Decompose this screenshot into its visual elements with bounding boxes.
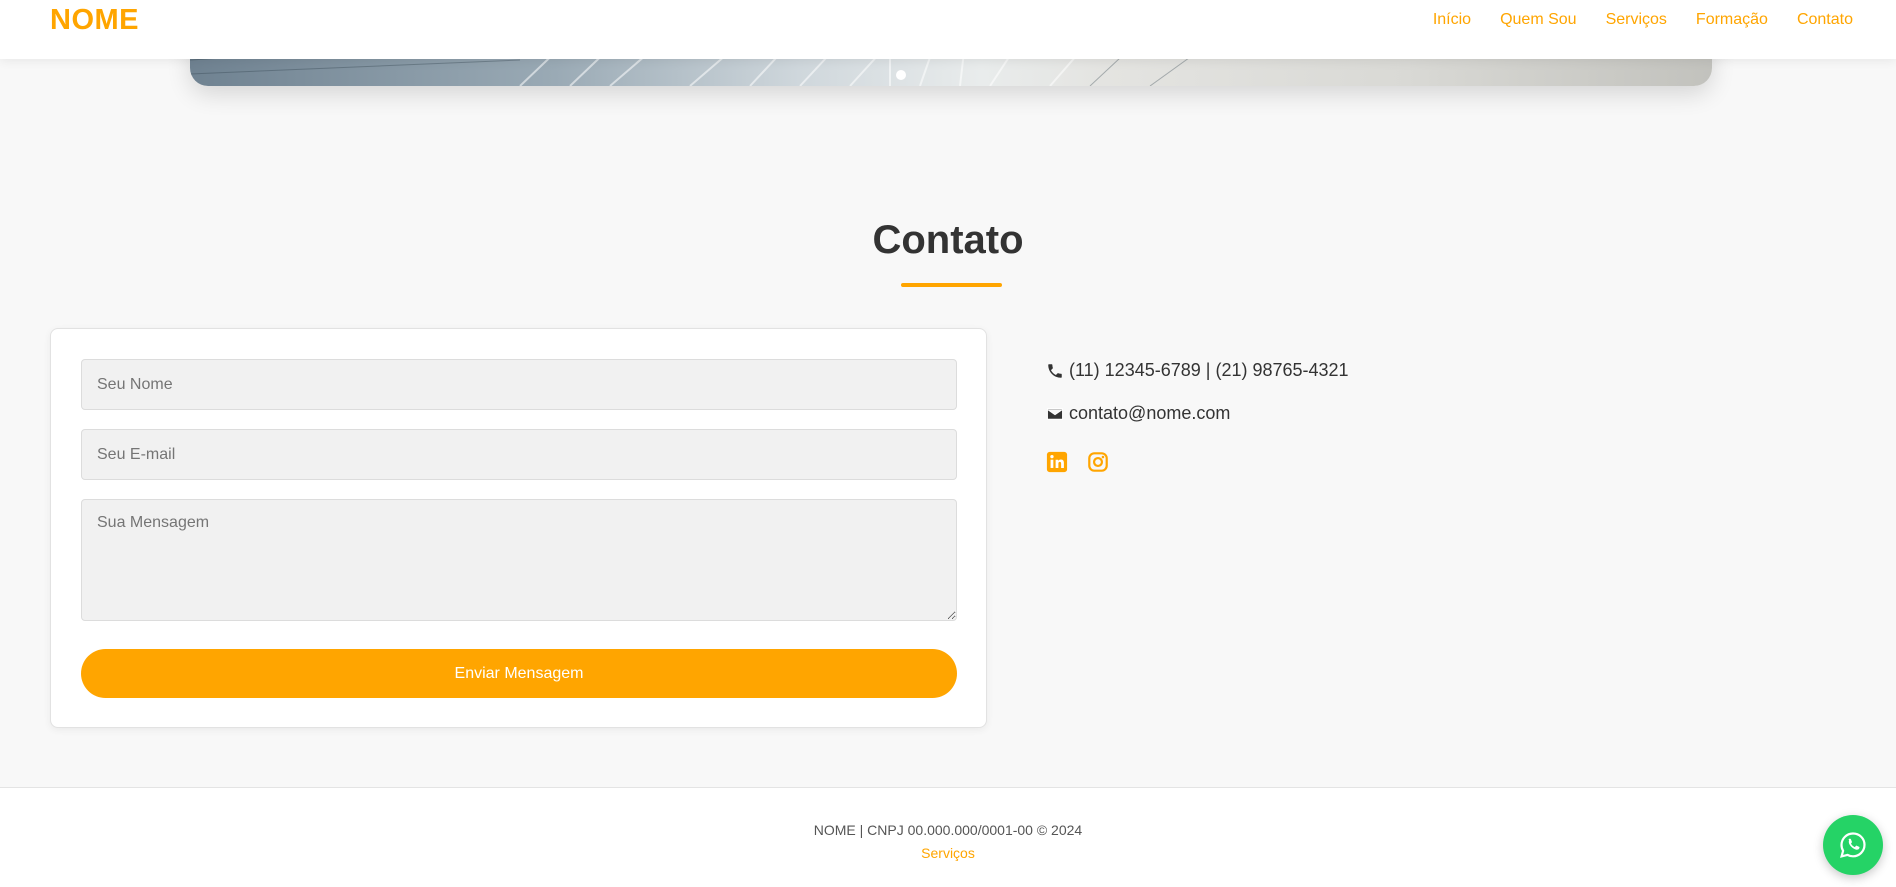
email-text[interactable]: contato@nome.com [1069, 403, 1230, 424]
nav-link-inicio[interactable]: Início [1433, 11, 1471, 29]
footer-copyright: NOME | CNPJ 00.000.000/0001-00 © 2024 [813, 822, 1083, 838]
carousel-indicator[interactable] [896, 70, 906, 80]
nav-link-contato[interactable]: Contato [1797, 11, 1853, 29]
nav-link-formacao[interactable]: Formação [1696, 11, 1768, 29]
section-title: Contato [872, 218, 1024, 262]
footer-link-servicos[interactable]: Serviços [0, 845, 1896, 861]
whatsapp-icon [1840, 832, 1866, 858]
phone-icon [1048, 363, 1062, 378]
contact-email: contato@nome.com [1046, 403, 1230, 424]
phone-text: (11) 12345-6789 | (21) 98765-4321 [1069, 360, 1349, 380]
nav-link-servicos[interactable]: Serviços [1606, 11, 1667, 29]
name-input[interactable] [81, 359, 957, 410]
message-textarea[interactable] [81, 499, 957, 621]
nav-link-quem-sou[interactable]: Quem Sou [1500, 11, 1576, 29]
email-input[interactable] [81, 429, 957, 480]
title-underline [901, 283, 1002, 287]
navbar: NOME Início Quem Sou Serviços Formação C… [0, 0, 1896, 59]
nav-menu: Início Quem Sou Serviços Formação Contat… [1433, 11, 1853, 29]
contact-form: Enviar Mensagem [50, 328, 987, 728]
envelope-icon [1047, 407, 1063, 420]
footer: NOME | CNPJ 00.000.000/0001-00 © 2024 Se… [0, 787, 1896, 887]
send-message-button[interactable]: Enviar Mensagem [81, 649, 957, 698]
whatsapp-button[interactable] [1823, 815, 1883, 875]
contact-phone: (11) 12345-6789 | (21) 98765-4321 [1046, 360, 1349, 381]
linkedin-icon[interactable] [1046, 451, 1068, 473]
site-logo[interactable]: NOME [50, 4, 139, 37]
instagram-icon[interactable] [1087, 451, 1109, 473]
social-links [1046, 451, 1109, 473]
